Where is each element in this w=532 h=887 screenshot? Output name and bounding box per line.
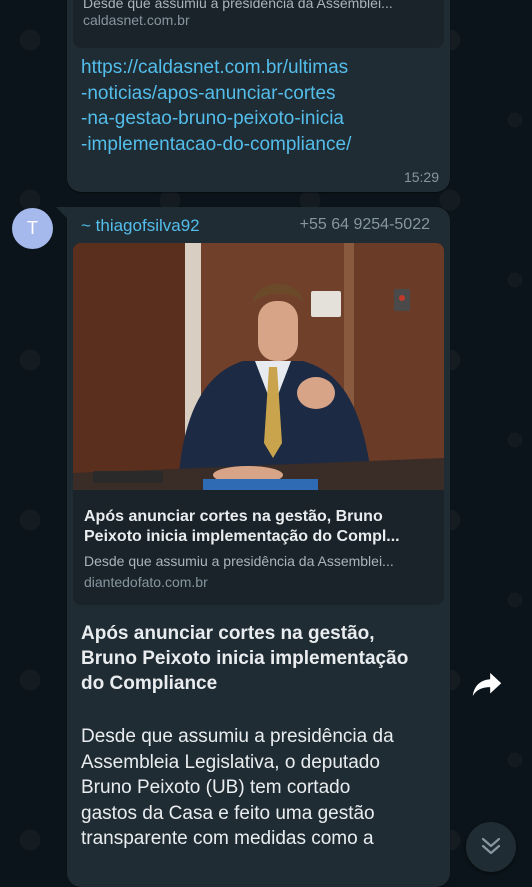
link-line[interactable]: -na-gestao-bruno-peixoto-inicia	[81, 106, 431, 132]
sender-name[interactable]: ~ thiagofsilva92	[81, 216, 200, 236]
share-forward-icon[interactable]	[468, 665, 506, 703]
link-line[interactable]: https://caldasnet.com.br/ultimas	[81, 55, 431, 81]
link-line[interactable]: -implementacao-do-compliance/	[81, 132, 431, 158]
link-line[interactable]: -noticias/apos-anunciar-cortes	[81, 81, 431, 107]
link-preview-title: Após anunciar cortes na gestão, Bruno Pe…	[84, 507, 439, 547]
message-timestamp: 15:29	[403, 169, 439, 185]
link-preview-description: Desde que assumiu a presidência da Assem…	[83, 0, 393, 11]
avatar-letter: T	[27, 218, 38, 238]
headline-line: do Compliance	[81, 673, 218, 694]
link-preview-description: Desde que assumiu a presidência da Assem…	[84, 553, 394, 569]
preview-photo	[73, 243, 444, 490]
link-preview-card[interactable]: Após anunciar cortes na gestão, Bruno Pe…	[73, 243, 444, 605]
scroll-to-bottom-button[interactable]	[466, 822, 516, 872]
message-body: Desde que assumiu a presidência da Assem…	[81, 724, 436, 852]
body-line: transparente com medidas como a	[81, 828, 374, 849]
link-preview-domain: caldasnet.com.br	[83, 12, 190, 28]
message-bubble-link[interactable]: Desde que assumiu a presidência da Assem…	[67, 0, 450, 192]
link-preview-card[interactable]: Desde que assumiu a presidência da Assem…	[73, 0, 444, 48]
body-line: Bruno Peixoto (UB) tem cortado	[81, 777, 351, 798]
body-line: Desde que assumiu a presidência da	[81, 726, 394, 747]
message-headline: Após anunciar cortes na gestão, Bruno Pe…	[81, 621, 436, 696]
avatar[interactable]: T	[12, 208, 53, 249]
body-line: gastos da Casa e feito uma gestão	[81, 802, 375, 824]
sender-phone: +55 64 9254-5022	[299, 216, 430, 233]
body-line: Assembleia Legislativa, o deputado	[81, 751, 380, 773]
headline-line: Bruno Peixoto inicia implementação	[81, 648, 409, 669]
link-preview-title-line: Peixoto inicia implementação do Compl...	[84, 528, 400, 545]
message-link[interactable]: https://caldasnet.com.br/ultimas -notici…	[81, 55, 431, 157]
headline-line: Após anunciar cortes na gestão,	[81, 623, 375, 644]
chevron-double-down-icon	[481, 837, 501, 855]
link-preview-title-line: Após anunciar cortes na gestão, Bruno	[84, 508, 383, 525]
link-preview-domain: diantedofato.com.br	[84, 574, 208, 590]
message-bubble-article[interactable]: ~ thiagofsilva92 +55 64 9254-5022 Após a	[67, 207, 450, 887]
